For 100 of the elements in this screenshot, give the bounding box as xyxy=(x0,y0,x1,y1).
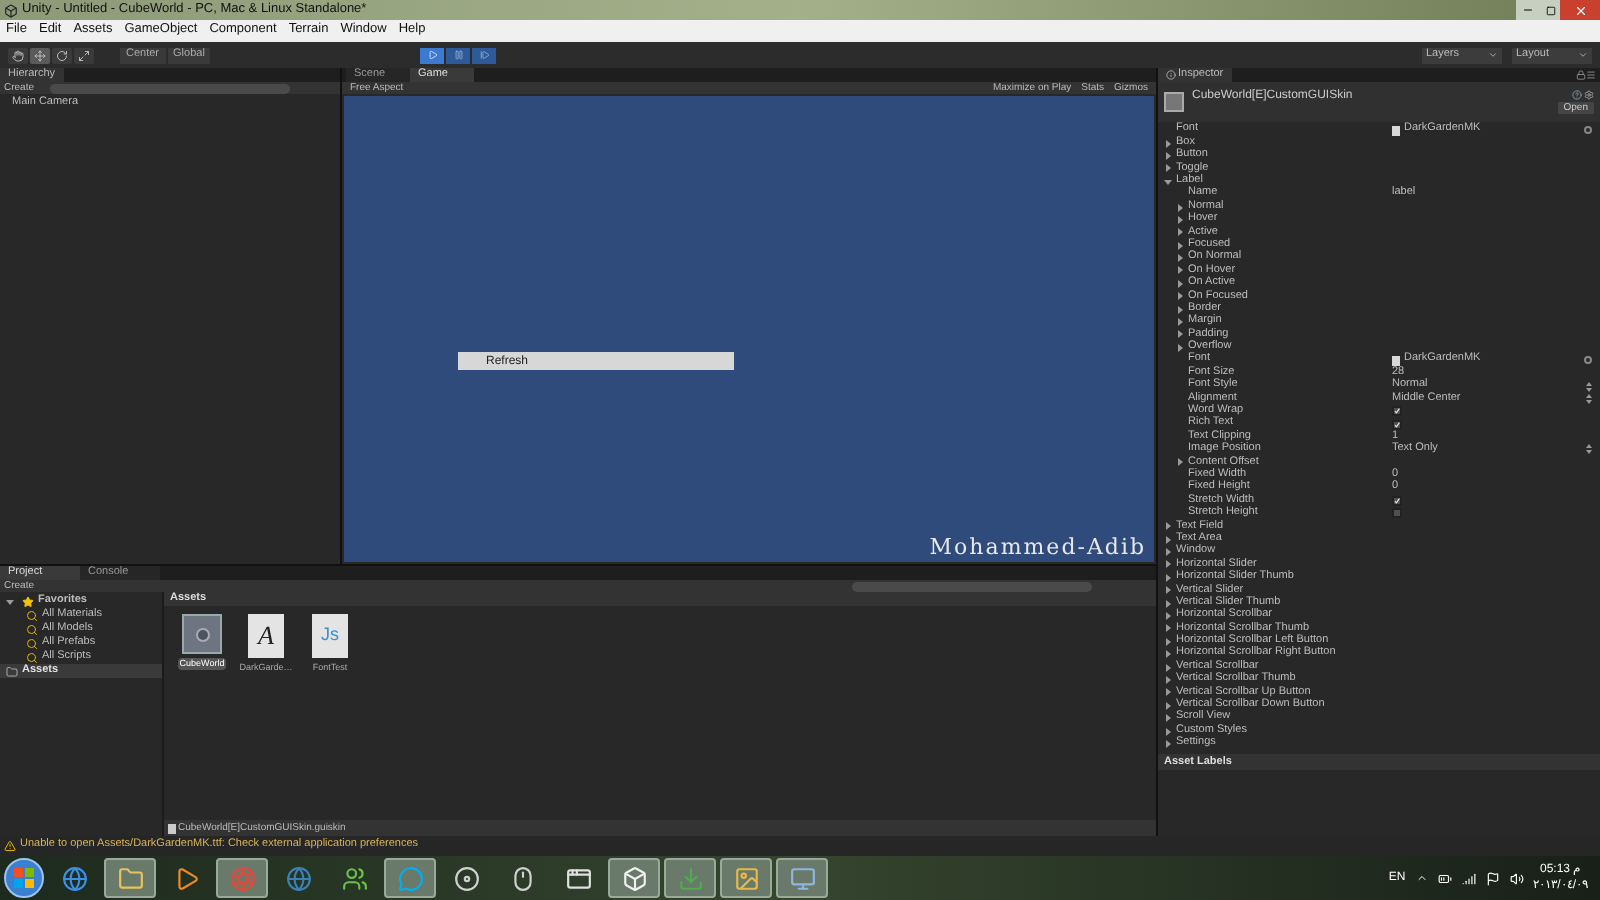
menu-icon[interactable] xyxy=(1586,70,1596,80)
skin-file-icon xyxy=(182,614,222,654)
font-file-icon: A xyxy=(248,614,284,658)
minimize-button[interactable] xyxy=(1516,0,1540,20)
collapsed-arrow-icon[interactable] xyxy=(1164,612,1172,621)
collapsed-arrow-icon[interactable] xyxy=(1164,522,1172,531)
tool-button[interactable] xyxy=(30,47,50,63)
taskbar-button[interactable] xyxy=(608,858,660,898)
collapsed-arrow-icon[interactable] xyxy=(1164,560,1172,569)
checkbox[interactable] xyxy=(1392,419,1402,430)
people-icon xyxy=(341,865,367,891)
collapsed-arrow-icon[interactable] xyxy=(1176,458,1184,467)
close-icon xyxy=(1573,3,1587,17)
checkbox[interactable] xyxy=(1392,496,1402,507)
expanded-arrow-icon[interactable] xyxy=(6,597,14,605)
collapsed-arrow-icon[interactable] xyxy=(1176,266,1184,275)
monitor-icon xyxy=(789,865,815,891)
flag-icon xyxy=(1485,871,1500,885)
collapsed-arrow-icon[interactable] xyxy=(1164,663,1172,672)
checkbox[interactable] xyxy=(1392,508,1402,519)
collapsed-arrow-icon[interactable] xyxy=(1164,675,1172,684)
collapsed-arrow-icon[interactable] xyxy=(1164,139,1172,148)
collapsed-arrow-icon[interactable] xyxy=(1164,624,1172,633)
chevron-up-icon[interactable] xyxy=(1415,872,1428,884)
maximize-button[interactable] xyxy=(1540,0,1560,20)
playback-button[interactable] xyxy=(420,47,445,63)
collapsed-arrow-icon[interactable] xyxy=(1176,241,1184,250)
checkbox[interactable] xyxy=(1392,406,1402,417)
rotate-icon xyxy=(56,49,68,61)
tool-button[interactable] xyxy=(74,47,94,63)
collapsed-arrow-icon[interactable] xyxy=(1176,215,1184,224)
lock-icon[interactable] xyxy=(1576,70,1586,80)
collapsed-arrow-icon[interactable] xyxy=(1164,151,1172,160)
collapsed-arrow-icon[interactable] xyxy=(1164,573,1172,582)
collapsed-arrow-icon[interactable] xyxy=(1176,343,1184,352)
collapsed-arrow-icon[interactable] xyxy=(1164,535,1172,544)
search-field[interactable] xyxy=(50,83,291,93)
collapsed-arrow-icon[interactable] xyxy=(1176,292,1184,301)
collapsed-arrow-icon[interactable] xyxy=(1164,548,1172,557)
tool-button[interactable] xyxy=(8,47,28,63)
collapsed-arrow-icon[interactable] xyxy=(1176,203,1184,212)
disc-icon xyxy=(453,865,479,891)
move-arrows-icon xyxy=(34,49,46,61)
collapsed-arrow-icon[interactable] xyxy=(1176,330,1184,339)
settings-icon[interactable] xyxy=(1584,90,1594,100)
collapsed-arrow-icon[interactable] xyxy=(1176,305,1184,314)
dropdown-arrows-icon[interactable] xyxy=(1586,444,1592,455)
warning-icon xyxy=(4,840,16,852)
download-icon xyxy=(677,865,703,891)
aperture-icon xyxy=(229,865,255,891)
file-icon xyxy=(1392,355,1400,366)
collapsed-arrow-icon[interactable] xyxy=(1176,254,1184,263)
object-picker-icon[interactable] xyxy=(1584,126,1592,135)
star-icon xyxy=(22,595,34,607)
collapsed-arrow-icon[interactable] xyxy=(1164,727,1172,736)
hand-icon xyxy=(12,49,24,61)
tool-button[interactable] xyxy=(52,47,72,63)
info-icon xyxy=(1166,70,1176,80)
play-icon xyxy=(173,865,199,891)
caret-icon xyxy=(1488,50,1498,60)
caret-icon xyxy=(1578,50,1588,60)
game-label: Mohammed-Adib xyxy=(929,536,1146,558)
search-field[interactable] xyxy=(852,581,1092,591)
mouse-icon xyxy=(509,865,535,891)
collapsed-arrow-icon[interactable] xyxy=(1164,739,1172,748)
collapsed-arrow-icon[interactable] xyxy=(1164,599,1172,608)
globe-icon xyxy=(285,865,311,891)
object-picker-icon[interactable] xyxy=(1584,356,1592,365)
globe-icon xyxy=(61,865,87,891)
file-icon xyxy=(168,823,176,833)
picture-icon xyxy=(733,865,759,891)
signal-icon xyxy=(1461,871,1476,885)
collapsed-arrow-icon[interactable] xyxy=(1164,650,1172,659)
dropdown-arrows-icon[interactable] xyxy=(1586,381,1592,391)
collapsed-arrow-icon[interactable] xyxy=(1164,164,1172,173)
playback-button[interactable] xyxy=(446,47,471,63)
help-icon[interactable] xyxy=(1572,90,1582,100)
volume-icon xyxy=(1509,871,1524,885)
collapsed-arrow-icon[interactable] xyxy=(1164,688,1172,697)
start-button[interactable] xyxy=(4,858,44,898)
collapsed-arrow-icon[interactable] xyxy=(1164,701,1172,710)
app-icon xyxy=(4,3,18,17)
minimize-icon xyxy=(1522,4,1534,16)
chat-bubble-icon xyxy=(397,865,423,891)
playback-button[interactable] xyxy=(472,47,497,63)
window-icon xyxy=(565,865,591,891)
collapsed-arrow-icon[interactable] xyxy=(1176,318,1184,327)
collapsed-arrow-icon[interactable] xyxy=(1164,637,1172,646)
battery-icon xyxy=(1437,871,1452,885)
file-icon xyxy=(1392,125,1400,136)
folder-icon xyxy=(117,865,143,891)
collapsed-arrow-icon[interactable] xyxy=(1164,714,1172,723)
expanded-arrow-icon[interactable] xyxy=(1164,177,1172,186)
cube-icon xyxy=(621,865,647,891)
collapsed-arrow-icon[interactable] xyxy=(1176,228,1184,237)
dropdown-arrows-icon[interactable] xyxy=(1586,393,1592,404)
play-icon xyxy=(427,50,438,60)
collapsed-arrow-icon[interactable] xyxy=(1176,279,1184,288)
step-icon xyxy=(479,50,490,60)
collapsed-arrow-icon[interactable] xyxy=(1164,586,1172,595)
